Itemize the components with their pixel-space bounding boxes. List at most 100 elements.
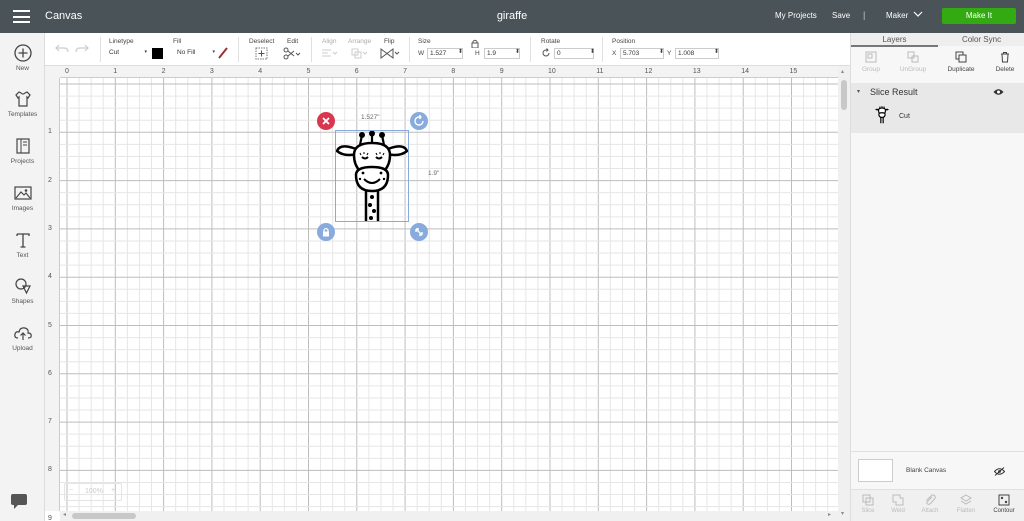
y-stepper-icon[interactable]: ⬍ — [714, 48, 719, 55]
deselect-icon[interactable] — [255, 47, 268, 60]
arrange-icon[interactable] — [351, 48, 367, 59]
ruler-tick-label: 8 — [451, 68, 456, 75]
expand-caret-icon[interactable]: ▾ — [857, 88, 860, 95]
eye-icon[interactable] — [993, 88, 1004, 96]
ruler-tick-label: 4 — [48, 273, 52, 281]
my-projects-link[interactable]: My Projects — [775, 11, 817, 20]
pen-icon[interactable] — [217, 47, 229, 60]
redo-icon[interactable] — [75, 42, 89, 54]
tab-layers[interactable]: Layers — [851, 35, 938, 44]
group-button[interactable]: Group — [851, 51, 891, 73]
vertical-scroll-thumb[interactable] — [841, 80, 847, 110]
ruler-tick-label: 7 — [48, 418, 52, 426]
sidebar-item-new[interactable]: New — [0, 43, 45, 72]
delete-button[interactable]: Delete — [985, 51, 1024, 73]
menu-icon[interactable] — [13, 10, 30, 23]
resize-handle[interactable] — [410, 223, 428, 241]
chat-icon[interactable] — [9, 493, 29, 511]
scissors-icon[interactable] — [283, 47, 301, 60]
image-icon — [13, 186, 32, 200]
zoom-control: − 100% + — [64, 483, 122, 501]
width-stepper-icon[interactable]: ⬍ — [458, 48, 463, 55]
attach-button[interactable]: Attach — [913, 494, 947, 514]
x-stepper-icon[interactable]: ⬍ — [659, 48, 664, 55]
layer-group-slice-result[interactable]: ▾ Slice Result Cut — [851, 83, 1024, 133]
rotate-input[interactable]: 0 — [554, 48, 594, 59]
weld-icon — [892, 494, 904, 506]
edit-label: Edit — [287, 38, 299, 45]
zoom-out-icon[interactable]: − — [69, 487, 73, 494]
sidebar-item-templates[interactable]: Templates — [0, 89, 45, 118]
close-icon — [322, 117, 330, 125]
fill-select[interactable]: No Fill ▾ — [177, 49, 215, 60]
ruler-tick-label: 4 — [258, 68, 263, 75]
slice-button[interactable]: Slice — [851, 494, 885, 514]
lock-icon[interactable] — [471, 39, 479, 48]
delete-handle[interactable] — [317, 112, 335, 130]
design-canvas[interactable] — [60, 78, 838, 511]
app-title: Canvas — [45, 10, 83, 22]
sidebar-item-images[interactable]: Images — [0, 183, 45, 212]
x-position-input[interactable]: 5.703 — [620, 48, 664, 59]
size-label: Size — [418, 38, 431, 45]
sidebar-item-shapes[interactable]: Shapes — [0, 276, 45, 305]
deselect-label: Deselect — [249, 38, 275, 45]
scroll-up-icon[interactable]: ▴ — [841, 68, 844, 75]
position-label: Position — [612, 38, 636, 45]
eye-hidden-icon[interactable] — [994, 467, 1005, 476]
ruler-tick-label: 2 — [161, 68, 166, 75]
linetype-select[interactable]: Cut ▾ — [109, 49, 147, 60]
machine-select[interactable]: Maker — [886, 11, 908, 20]
undo-icon[interactable] — [55, 42, 69, 54]
scroll-down-icon[interactable]: ▾ — [841, 510, 844, 517]
blank-canvas-swatch[interactable] — [858, 459, 893, 482]
linetype-color-swatch[interactable] — [152, 48, 163, 59]
giraffe-image[interactable] — [336, 131, 408, 221]
save-link[interactable]: Save — [832, 11, 850, 20]
ruler-tick-label: 5 — [306, 68, 311, 75]
align-icon[interactable] — [321, 48, 337, 59]
sidebar-item-projects[interactable]: Projects — [0, 136, 45, 165]
flatten-icon — [960, 494, 972, 505]
zoom-in-icon[interactable]: + — [111, 487, 115, 494]
ruler-tick-label: 3 — [48, 224, 52, 232]
y-label: Y — [667, 50, 672, 57]
linetype-label: Linetype — [109, 38, 134, 45]
weld-button[interactable]: Weld — [881, 494, 915, 514]
rotate-label: Rotate — [541, 38, 561, 45]
ungroup-button[interactable]: UnGroup — [893, 51, 933, 73]
ruler-tick-label: 14 — [741, 68, 749, 75]
rotate-stepper-icon[interactable]: ⬍ — [590, 48, 595, 55]
horizontal-scrollbar[interactable]: ◂ ▸ — [60, 511, 838, 521]
document-title[interactable]: giraffe — [497, 10, 527, 22]
caret-down-icon: ▾ — [212, 49, 215, 55]
height-stepper-icon[interactable]: ⬍ — [515, 48, 520, 55]
top-bar: Canvas giraffe My Projects Save | Maker … — [0, 0, 1024, 33]
ruler-tick-label: 5 — [48, 321, 52, 329]
blank-canvas-row[interactable]: Blank Canvas — [851, 451, 1024, 489]
selection-height-label: 1.9" — [428, 170, 440, 177]
upload-icon — [13, 327, 32, 340]
sidebar-item-upload[interactable]: Upload — [0, 323, 45, 352]
tab-color-sync[interactable]: Color Sync — [938, 35, 1024, 44]
ruler-tick-label: 11 — [596, 68, 604, 75]
y-position-input[interactable]: 1.008 — [675, 48, 719, 59]
lock-handle[interactable] — [317, 223, 335, 241]
duplicate-button[interactable]: Duplicate — [941, 51, 981, 73]
rotate-handle[interactable] — [410, 112, 428, 130]
flatten-button[interactable]: Flatten — [949, 494, 983, 514]
chevron-down-icon[interactable] — [913, 10, 923, 18]
scroll-right-icon[interactable]: ▸ — [828, 511, 831, 518]
ruler-corner — [45, 66, 60, 78]
scroll-left-icon[interactable]: ◂ — [63, 511, 66, 518]
ruler-tick-label: 13 — [692, 68, 701, 75]
vertical-scrollbar[interactable]: ▴ ▾ — [838, 66, 850, 521]
contour-button[interactable]: Contour — [987, 494, 1021, 514]
make-it-button[interactable]: Make It — [942, 8, 1016, 24]
text-icon — [15, 233, 30, 248]
ruler-tick-label: 9 — [499, 68, 504, 75]
panel-tabs: Layers Color Sync — [851, 33, 1024, 47]
flip-icon[interactable] — [380, 47, 400, 60]
sidebar-item-text[interactable]: Text — [0, 230, 45, 259]
horizontal-scroll-thumb[interactable] — [72, 513, 136, 519]
